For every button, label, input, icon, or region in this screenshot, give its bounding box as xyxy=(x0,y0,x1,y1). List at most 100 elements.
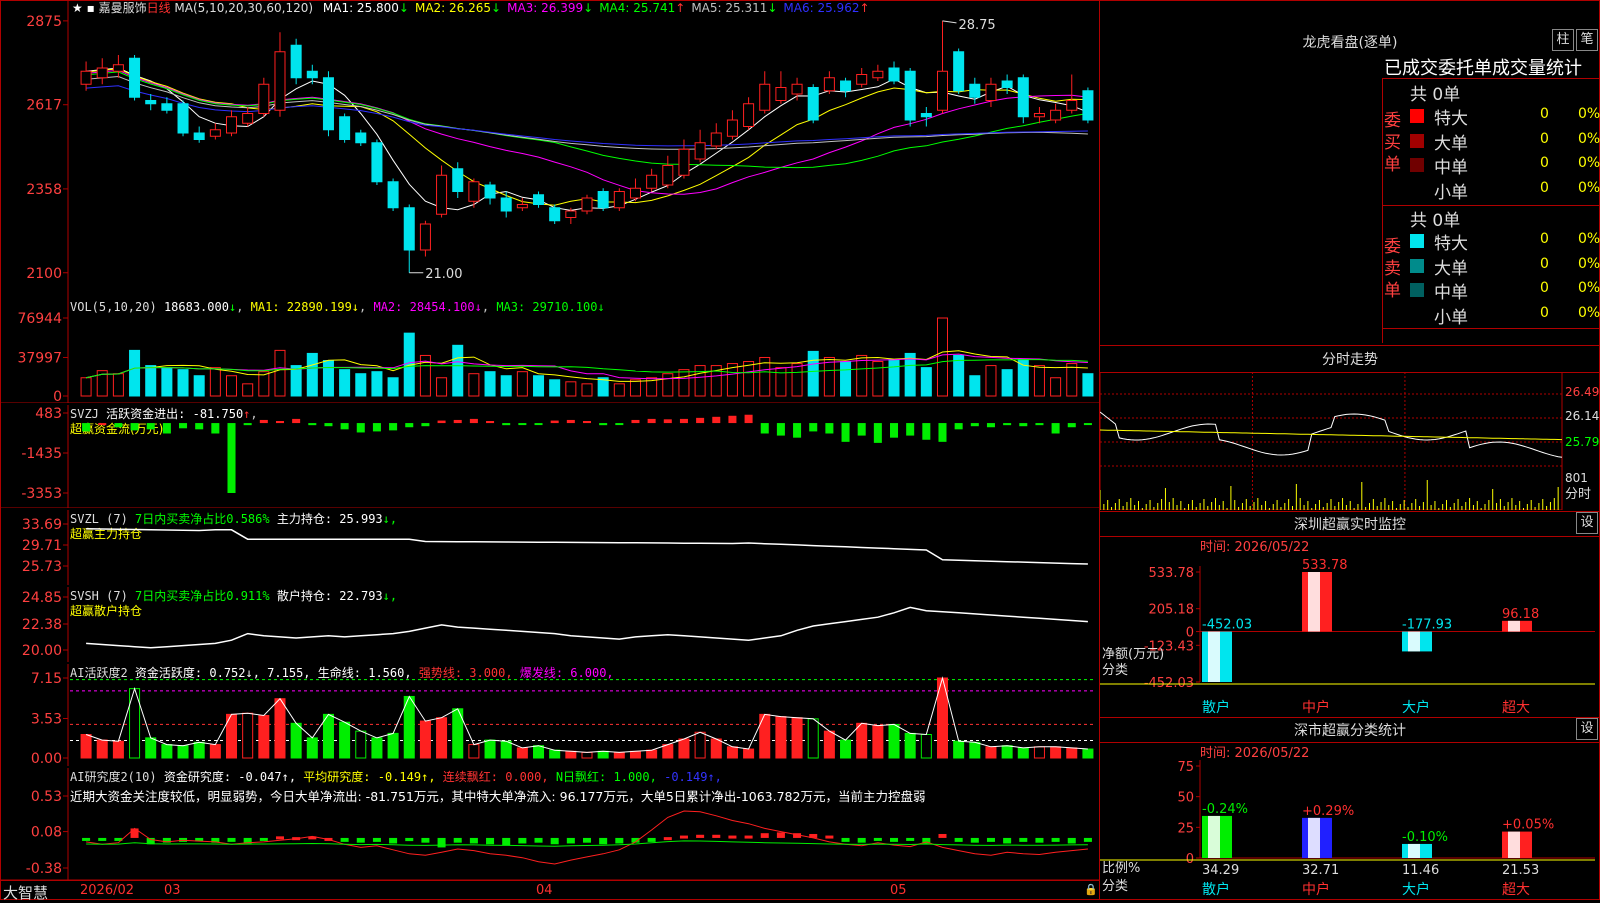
sell-total: 共 0单 xyxy=(1410,211,1461,231)
sz-class-chart: 7550250-0.24%34.29散户+0.29%32.71中户-0.10%1… xyxy=(1100,760,1595,898)
volume-bar xyxy=(274,349,286,397)
flow-bar xyxy=(486,420,495,424)
candle-body xyxy=(306,70,318,79)
y-tick-label: 2617 xyxy=(26,98,62,114)
buy-row: 特大 0 0% xyxy=(1408,104,1600,129)
candle-body xyxy=(936,70,949,111)
candle-body xyxy=(888,67,900,82)
flow-bar xyxy=(679,418,688,424)
buy-row: 小单 0 0% xyxy=(1408,178,1600,203)
lock-icon[interactable]: 🔒 xyxy=(1084,883,1098,896)
flow-bar xyxy=(696,417,705,424)
candle-body xyxy=(371,142,383,183)
ai-active-chart: 7.15 3.53 0.00 xyxy=(31,664,1096,766)
y-tick-label: 0.08 xyxy=(31,825,62,841)
sell-row-name: 小单 xyxy=(1434,307,1468,328)
sell-row: 大单 0 0% xyxy=(1408,254,1600,279)
candle-body xyxy=(209,129,221,137)
sell-row-pct: 0% xyxy=(1578,231,1600,247)
activity-bar xyxy=(419,720,431,759)
bar-value-label: 533.78 xyxy=(1302,558,1348,573)
sz-class-settings-button[interactable]: 设 xyxy=(1576,718,1598,740)
volume-bar xyxy=(387,377,399,397)
bar-value-label: +0.29% xyxy=(1302,804,1354,819)
candle-body xyxy=(161,103,173,111)
candle-body xyxy=(872,70,884,79)
flow-bar xyxy=(1067,423,1076,428)
volume-bar xyxy=(823,356,835,397)
research-bar xyxy=(776,832,785,838)
activity-bar xyxy=(145,737,157,759)
buy-row-pct: 0% xyxy=(1578,106,1600,122)
buy-row-name: 特大 xyxy=(1434,109,1468,129)
activity-bar xyxy=(678,738,690,759)
bar-highlight xyxy=(1508,620,1520,632)
flow-bar xyxy=(841,423,850,442)
candle-body xyxy=(1082,90,1094,121)
lhkp-bottom xyxy=(1382,328,1600,329)
sz-monitor-settings-button[interactable]: 设 xyxy=(1576,512,1598,534)
volume-bar xyxy=(468,373,480,397)
bar-value-label: 96.18 xyxy=(1502,607,1539,622)
research-bar xyxy=(372,837,381,842)
activity-bar xyxy=(500,740,512,759)
flow-bar xyxy=(938,423,947,442)
volume-bar xyxy=(1050,377,1062,397)
research-bar xyxy=(566,837,575,844)
candle-body xyxy=(419,223,431,251)
research-bar xyxy=(873,837,882,841)
activity-bar xyxy=(209,744,221,759)
candle-body xyxy=(840,80,852,92)
sell-row-pct: 0% xyxy=(1578,304,1600,321)
bar-mode-button[interactable]: 柱 xyxy=(1552,29,1574,51)
bar-pct-label: 32.71 xyxy=(1302,863,1339,878)
category-label: 中户 xyxy=(1302,699,1330,716)
research-bar xyxy=(389,837,398,844)
chart-ylabel: 净额(万元) xyxy=(1102,647,1164,662)
volume-bar xyxy=(936,317,949,397)
research-bar xyxy=(679,835,688,839)
candle-body xyxy=(662,165,674,186)
main-candle-chart: 2875 2617 2358 2100 28.75 21.00 xyxy=(26,0,1094,300)
research-bar xyxy=(582,837,592,843)
y-tick-label: 76944 xyxy=(17,311,62,327)
research-bar xyxy=(970,837,979,843)
volume-bar xyxy=(145,365,157,397)
flow-bar xyxy=(518,423,527,426)
volume-bar xyxy=(193,375,205,397)
candle-body xyxy=(597,191,609,209)
volume-bar xyxy=(371,371,383,397)
flow-bar xyxy=(275,420,284,424)
flow-bar xyxy=(986,423,995,428)
candle-body xyxy=(387,181,399,209)
y-tick-label: 2358 xyxy=(26,182,62,198)
volume-bar xyxy=(225,375,238,397)
activity-bar xyxy=(1082,748,1094,759)
time-axis: 大智慧 2026/02 03 04 05 🔒 xyxy=(0,880,1100,902)
flow-bar xyxy=(195,423,204,430)
candle-body xyxy=(920,113,932,118)
activity-bar xyxy=(953,740,965,759)
research-bar xyxy=(518,837,527,844)
flow-bar xyxy=(615,423,624,426)
flow-bar xyxy=(760,423,769,434)
activity-bar xyxy=(969,741,981,759)
volume-bar xyxy=(452,344,464,397)
buy-total: 共 0单 xyxy=(1410,85,1461,105)
sz-class-title: 深市超赢分类统计 xyxy=(1294,723,1406,739)
chart-xlabel: 分类 xyxy=(1102,663,1128,678)
activity-bar xyxy=(629,750,641,759)
candle-body xyxy=(823,77,835,92)
buy-color-swatch xyxy=(1410,133,1424,148)
activity-bar xyxy=(904,732,916,759)
research-bar xyxy=(1051,837,1060,842)
y-tick-label: 0 xyxy=(53,389,62,403)
flow-bar xyxy=(744,414,753,424)
intraday-time-label: 分时 xyxy=(1565,487,1591,502)
svzj-chart: 483 -1435 -3353 xyxy=(0,405,1100,508)
y-tick-label: 2875 xyxy=(26,14,62,30)
y-tick-label: -0.38 xyxy=(26,861,62,877)
flow-bar xyxy=(566,419,575,424)
tick-mode-button[interactable]: 笔 xyxy=(1576,29,1598,51)
candle-body xyxy=(969,83,981,98)
